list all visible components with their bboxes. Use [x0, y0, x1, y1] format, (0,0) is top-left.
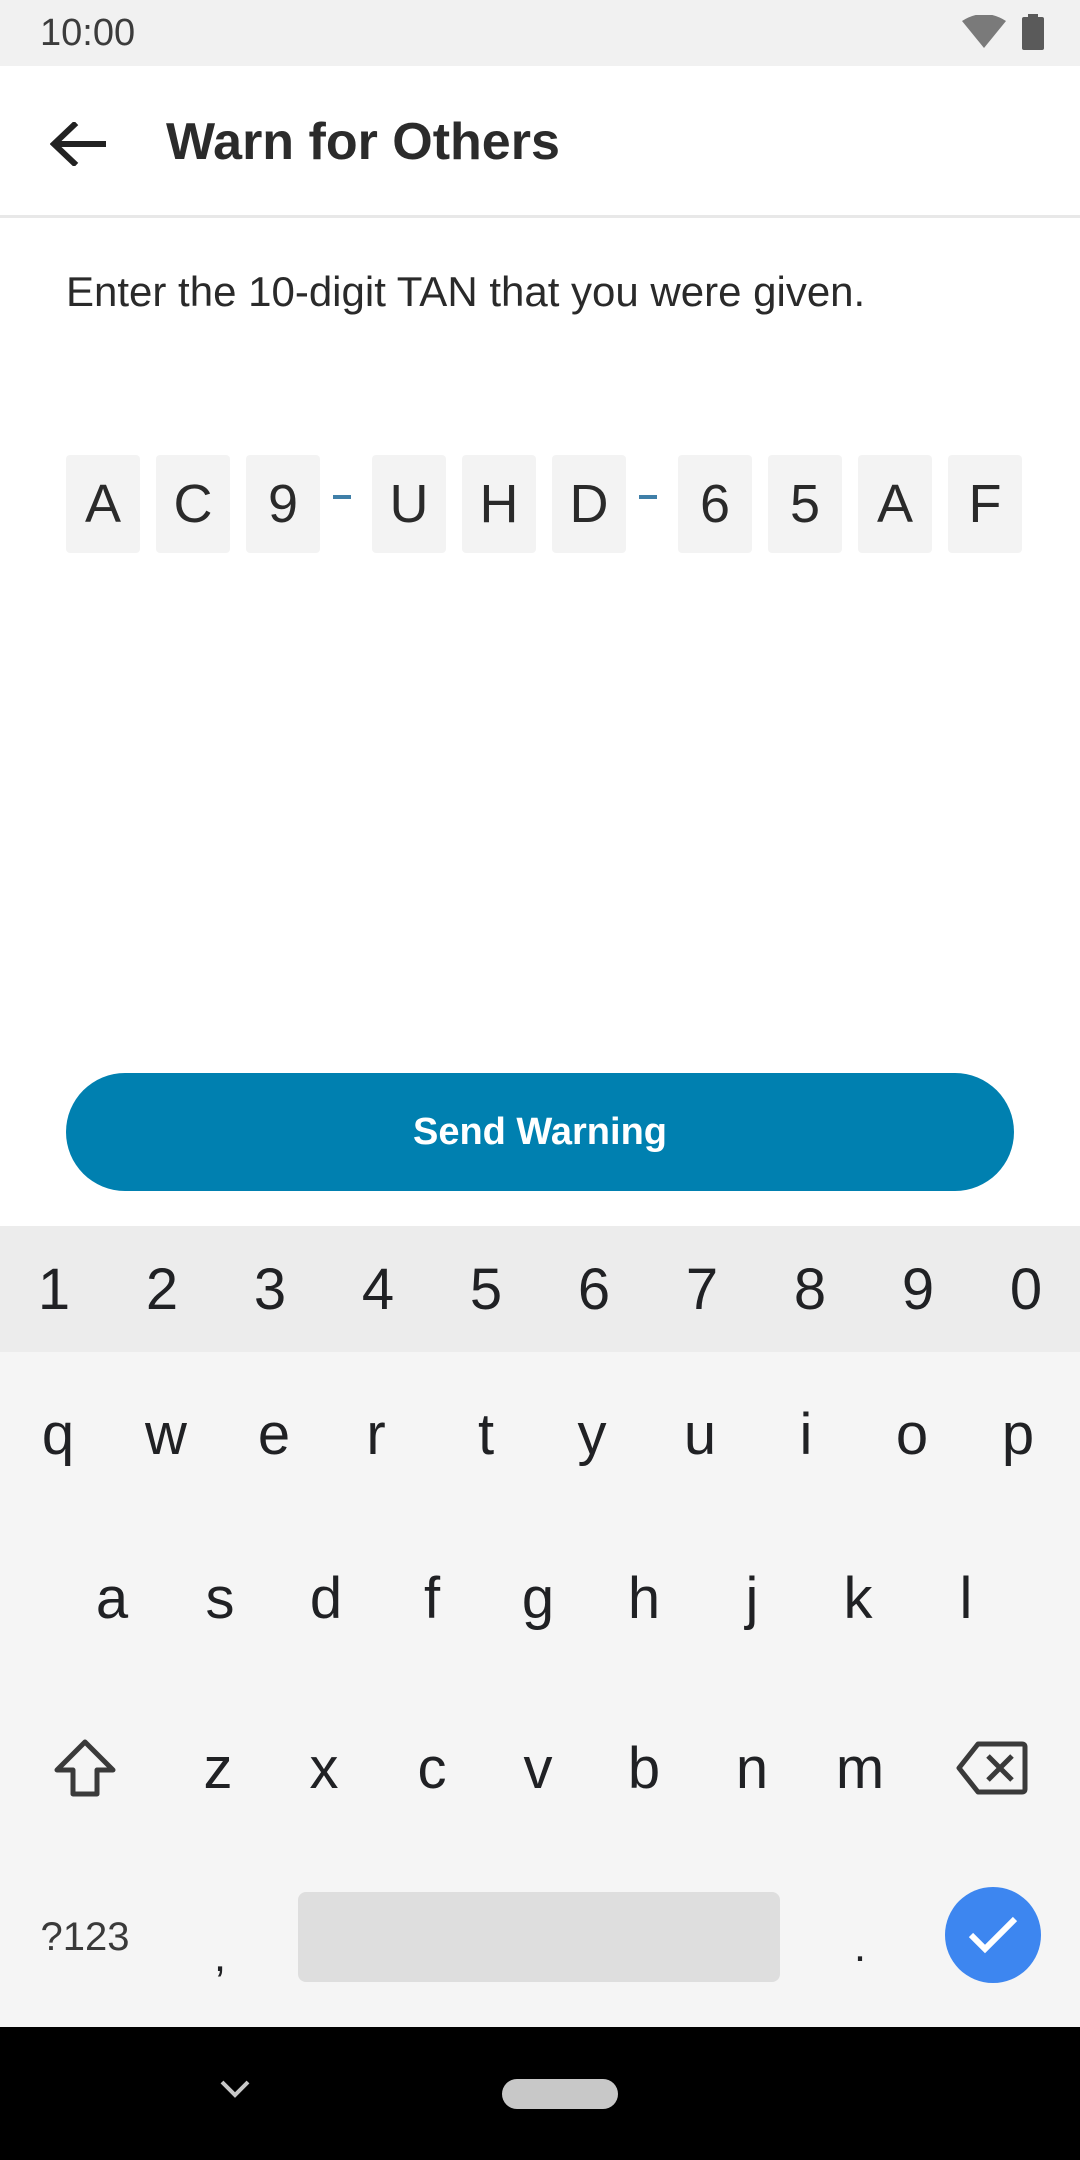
key-0[interactable]: 0 — [972, 1226, 1080, 1352]
chevron-down-icon[interactable] — [218, 2077, 252, 2101]
battery-icon — [1022, 14, 1044, 50]
key-8[interactable]: 8 — [756, 1226, 864, 1352]
tan-digit[interactable]: 9 — [246, 455, 320, 553]
tan-digit[interactable]: 5 — [768, 455, 842, 553]
key-1[interactable]: 1 — [0, 1226, 108, 1352]
backspace-icon — [956, 1741, 1028, 1795]
done-key[interactable] — [945, 1887, 1041, 1983]
tan-digit[interactable]: F — [948, 455, 1022, 553]
back-button[interactable] — [30, 102, 126, 186]
key-p[interactable]: p — [964, 1374, 1072, 1494]
checkmark-icon — [968, 1916, 1018, 1954]
key-3[interactable]: 3 — [216, 1226, 324, 1352]
backspace-key[interactable] — [942, 1708, 1042, 1828]
key-k[interactable]: k — [804, 1538, 912, 1658]
key-v[interactable]: v — [484, 1708, 592, 1828]
key-6[interactable]: 6 — [540, 1226, 648, 1352]
comma-key[interactable]: , — [180, 1902, 260, 2012]
key-m[interactable]: m — [806, 1708, 914, 1828]
key-y[interactable]: y — [538, 1374, 646, 1494]
key-w[interactable]: w — [112, 1374, 220, 1494]
key-t[interactable]: t — [432, 1374, 540, 1494]
key-d[interactable]: d — [272, 1538, 380, 1658]
key-x[interactable]: x — [270, 1708, 378, 1828]
key-4[interactable]: 4 — [324, 1226, 432, 1352]
key-g[interactable]: g — [484, 1538, 592, 1658]
app-bar: Warn for Others — [0, 66, 1080, 218]
key-c[interactable]: c — [378, 1708, 486, 1828]
space-key[interactable] — [298, 1892, 780, 1982]
key-9[interactable]: 9 — [864, 1226, 972, 1352]
tan-digit[interactable]: 6 — [678, 455, 752, 553]
key-q[interactable]: q — [4, 1374, 112, 1494]
key-z[interactable]: z — [164, 1708, 272, 1828]
key-o[interactable]: o — [858, 1374, 966, 1494]
wifi-icon — [962, 15, 1006, 48]
send-warning-button[interactable]: Send Warning — [66, 1073, 1014, 1191]
key-u[interactable]: u — [646, 1374, 754, 1494]
keyboard-number-row: 1 2 3 4 5 6 7 8 9 0 — [0, 1226, 1080, 1352]
key-i[interactable]: i — [752, 1374, 860, 1494]
instruction-text: Enter the 10-digit TAN that you were giv… — [66, 268, 866, 315]
key-7[interactable]: 7 — [648, 1226, 756, 1352]
key-5[interactable]: 5 — [432, 1226, 540, 1352]
arrow-left-icon — [50, 122, 106, 166]
key-r[interactable]: r — [322, 1374, 430, 1494]
status-icons — [962, 14, 1044, 50]
tan-digit[interactable]: H — [462, 455, 536, 553]
tan-separator — [328, 455, 356, 553]
key-e[interactable]: e — [220, 1374, 328, 1494]
shift-key[interactable] — [30, 1708, 140, 1828]
key-l[interactable]: l — [912, 1538, 1020, 1658]
status-time: 10:00 — [40, 12, 136, 54]
system-nav-bar — [0, 2027, 1080, 2160]
status-bar: 10:00 — [0, 0, 1080, 66]
shift-icon — [54, 1739, 116, 1797]
key-h[interactable]: h — [590, 1538, 698, 1658]
tan-digit[interactable]: A — [858, 455, 932, 553]
key-s[interactable]: s — [166, 1538, 274, 1658]
key-j[interactable]: j — [698, 1538, 806, 1658]
soft-keyboard: 1 2 3 4 5 6 7 8 9 0 q w e r t y u i o p … — [0, 1226, 1080, 2027]
key-n[interactable]: n — [698, 1708, 806, 1828]
tan-input[interactable]: A C 9 U H D 6 5 A F — [66, 455, 1022, 553]
period-key[interactable]: . — [820, 1892, 900, 2002]
page-title: Warn for Others — [166, 113, 560, 171]
key-f[interactable]: f — [378, 1538, 486, 1658]
tan-digit[interactable]: D — [552, 455, 626, 553]
home-pill[interactable] — [502, 2079, 618, 2109]
key-2[interactable]: 2 — [108, 1226, 216, 1352]
tan-digit[interactable]: C — [156, 455, 230, 553]
symbols-key[interactable]: ?123 — [20, 1882, 150, 1992]
key-a[interactable]: a — [58, 1538, 166, 1658]
key-b[interactable]: b — [590, 1708, 698, 1828]
tan-digit[interactable]: U — [372, 455, 446, 553]
screen: 10:00 Warn for Others Enter the 10-digit… — [0, 0, 1080, 2160]
tan-digit[interactable]: A — [66, 455, 140, 553]
tan-separator — [634, 455, 662, 553]
